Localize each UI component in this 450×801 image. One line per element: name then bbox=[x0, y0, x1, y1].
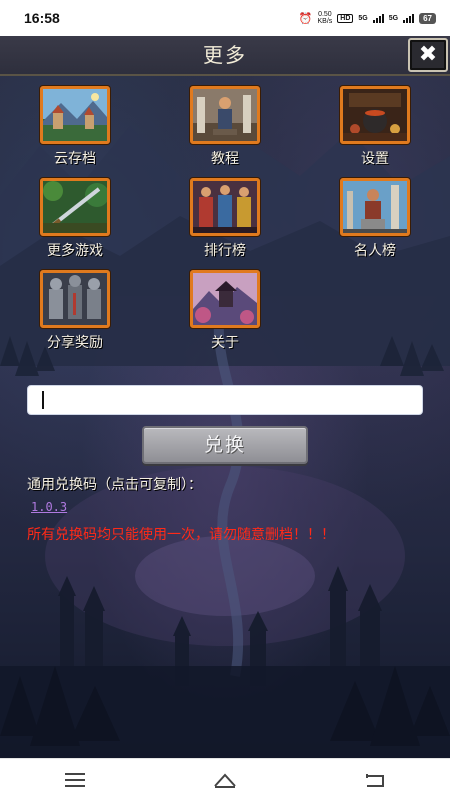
status-icons: ⏰ 0.50 KB/s HD 5G 5G 67 bbox=[299, 11, 436, 25]
menu-item-about[interactable]: 关于 bbox=[177, 270, 273, 352]
home-button[interactable] bbox=[205, 765, 245, 795]
battery-icon: 67 bbox=[419, 12, 436, 24]
network-type-2: 5G bbox=[388, 14, 399, 22]
share-reward-icon bbox=[40, 270, 110, 328]
menu-item-tutorial[interactable]: 教程 bbox=[177, 86, 273, 168]
network-type-1: 5G bbox=[358, 14, 368, 22]
more-screen: 更多 ✖ 云存档 教程 设置 更多游戏 排行榜 名人榜 分享奖励 关于 兑换 通… bbox=[0, 36, 450, 758]
menu-item-label: 设置 bbox=[361, 151, 389, 167]
menu-item-label: 教程 bbox=[211, 151, 239, 167]
menu-item-hall-of-fame[interactable]: 名人榜 bbox=[327, 178, 423, 260]
hd-badge: HD bbox=[337, 13, 354, 23]
menu-item-share-reward[interactable]: 分享奖励 bbox=[27, 270, 123, 352]
status-time: 16:58 bbox=[24, 10, 60, 26]
title-bar: 更多 ✖ bbox=[0, 36, 450, 76]
redeem-button[interactable]: 兑换 bbox=[142, 426, 308, 464]
menu-item-cloud-save[interactable]: 云存档 bbox=[27, 86, 123, 168]
settings-icon bbox=[340, 86, 410, 144]
navigation-bar bbox=[0, 758, 450, 801]
home-icon bbox=[214, 773, 236, 788]
net-speed-unit: KB/s bbox=[317, 18, 333, 25]
tutorial-icon bbox=[190, 86, 260, 144]
leaderboard-icon bbox=[190, 178, 260, 236]
menu-item-leaderboard[interactable]: 排行榜 bbox=[177, 178, 273, 260]
codes-title: 通用兑换码（点击可复制）： bbox=[27, 477, 202, 493]
cloud-save-icon bbox=[40, 86, 110, 144]
redeem-code-link[interactable]: 1.0.3 bbox=[31, 500, 67, 514]
back-button[interactable] bbox=[355, 765, 395, 795]
menu-icon bbox=[65, 773, 85, 787]
signal-icon bbox=[403, 13, 415, 23]
signal-icon bbox=[372, 13, 384, 23]
hall-of-fame-icon bbox=[340, 178, 410, 236]
net-speed-value: 0.50 bbox=[318, 11, 332, 18]
menu-item-label: 分享奖励 bbox=[47, 335, 103, 351]
menu-item-label: 排行榜 bbox=[204, 243, 246, 259]
menu-item-label: 云存档 bbox=[54, 151, 96, 167]
redeem-code-input[interactable] bbox=[27, 385, 423, 415]
close-button[interactable]: ✖ bbox=[408, 38, 448, 72]
menu-item-label: 名人榜 bbox=[354, 243, 396, 259]
page-title: 更多 bbox=[203, 43, 247, 67]
more-games-icon bbox=[40, 178, 110, 236]
menu-item-label: 关于 bbox=[211, 335, 239, 351]
menu-item-more-games[interactable]: 更多游戏 bbox=[27, 178, 123, 260]
alarm-icon: ⏰ bbox=[298, 12, 313, 25]
status-bar: 16:58 ⏰ 0.50 KB/s HD 5G 5G 67 bbox=[0, 0, 450, 36]
menu-item-label: 更多游戏 bbox=[47, 243, 103, 259]
net-speed: 0.50 KB/s bbox=[317, 11, 332, 25]
menu-button[interactable] bbox=[55, 765, 95, 795]
about-icon bbox=[190, 270, 260, 328]
text-cursor bbox=[42, 391, 44, 409]
back-icon bbox=[366, 774, 384, 787]
menu-item-settings[interactable]: 设置 bbox=[327, 86, 423, 168]
warning-text: 所有兑换码均只能使用一次，请勿随意删档！！！ bbox=[27, 527, 335, 543]
close-icon: ✖ bbox=[418, 42, 438, 67]
